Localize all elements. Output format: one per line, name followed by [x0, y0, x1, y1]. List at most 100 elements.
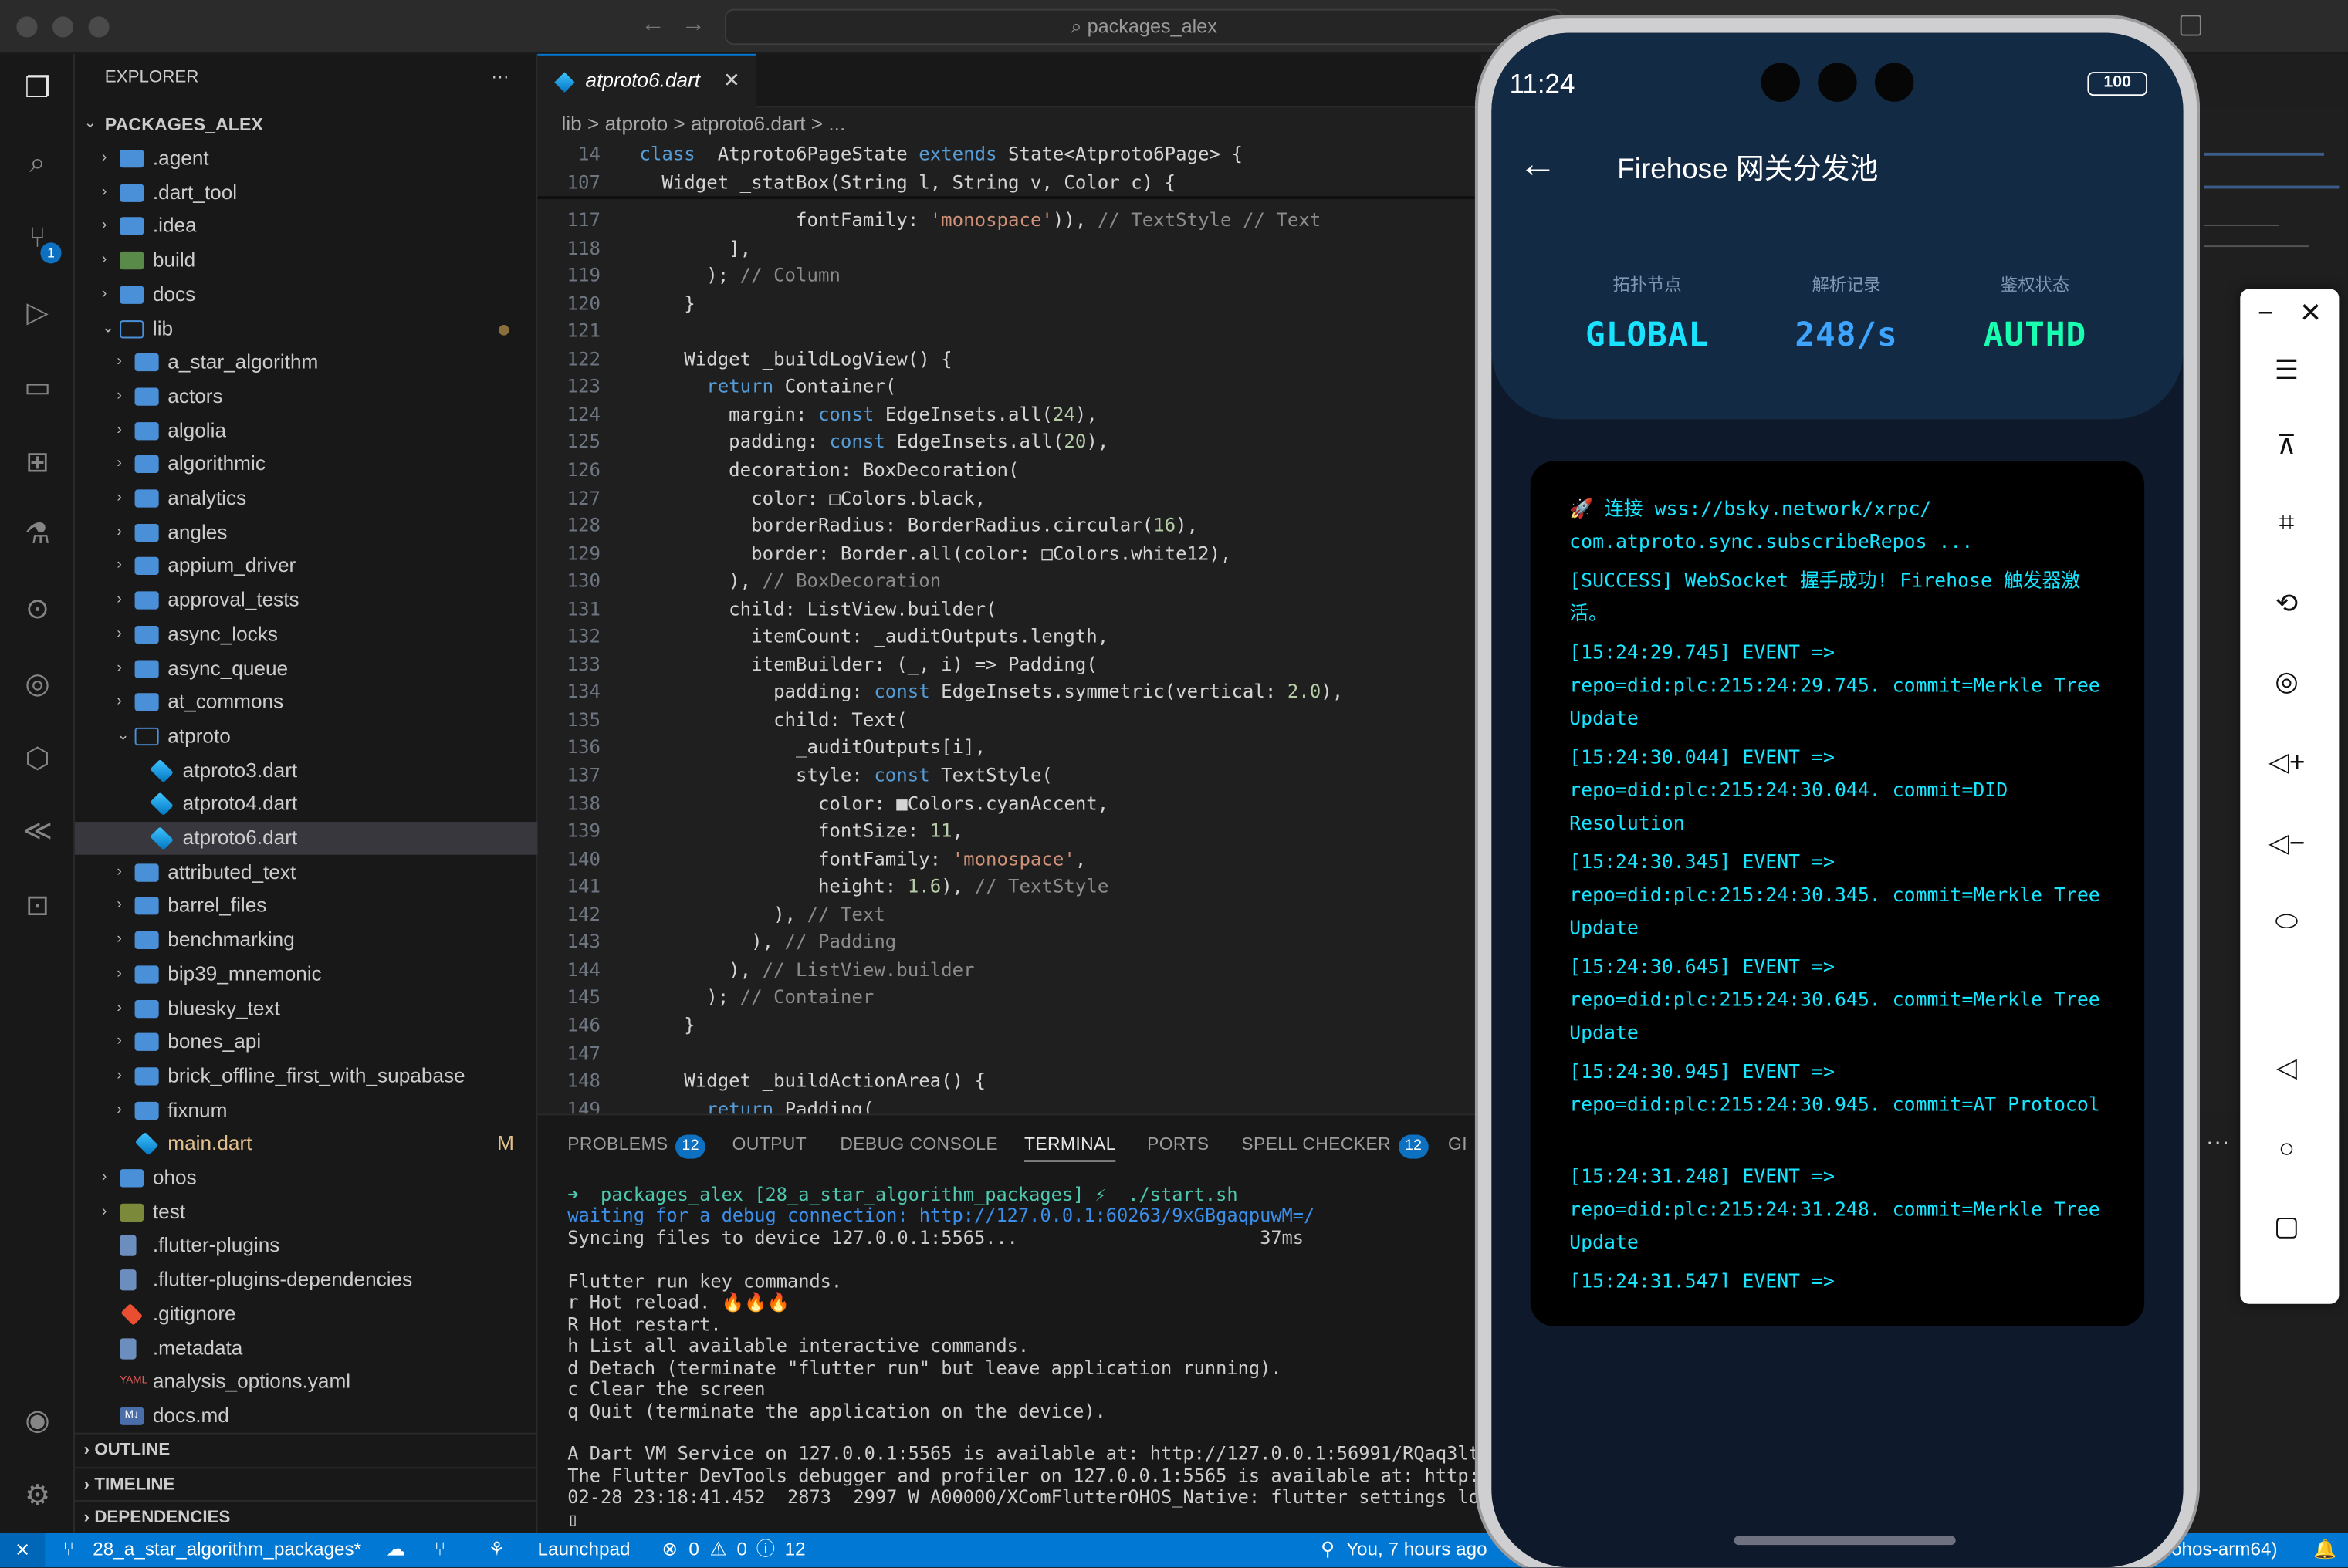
editor-tab-atproto6[interactable]: atproto6.dart ✕	[537, 53, 756, 108]
tree-item[interactable]: › test	[75, 1195, 537, 1228]
tree-item[interactable]: .flutter-plugins	[75, 1230, 537, 1263]
info-count[interactable]: 12	[785, 1533, 806, 1568]
tree-item[interactable]: atproto3.dart	[75, 754, 537, 787]
git-blame[interactable]: You, 7 hours ago	[1346, 1533, 1487, 1568]
tree-item[interactable]: › algolia	[75, 414, 537, 448]
tree-item[interactable]: › .dart_tool	[75, 176, 537, 209]
extensions-icon[interactable]: ⊞	[19, 446, 56, 482]
volume-down-icon[interactable]: ◁−	[2268, 825, 2305, 861]
panel-tab-output[interactable]: OUTPUT	[732, 1134, 807, 1154]
code-line[interactable]: 139 fontSize: 11,	[537, 817, 1480, 845]
outline-section[interactable]: › OUTLINE	[75, 1432, 538, 1466]
code-line[interactable]: 124 margin: const EdgeInsets.all(24),	[537, 401, 1480, 429]
tree-item[interactable]: › .agent	[75, 142, 537, 175]
tree-item[interactable]: › actors	[75, 380, 537, 414]
code-line[interactable]: 118 ],	[537, 235, 1480, 262]
branch-name[interactable]: 28_a_star_algorithm_packages*	[93, 1533, 361, 1568]
tree-item[interactable]: › build	[75, 244, 537, 277]
timeline-section[interactable]: › TIMELINE	[75, 1467, 538, 1500]
workspace-root[interactable]: ⌄ PACKAGES_ALEX	[75, 108, 537, 141]
tree-item[interactable]: › async_queue	[75, 652, 537, 685]
warnings-count[interactable]: 0	[737, 1533, 747, 1568]
code-line[interactable]: 133 itemBuilder: (_, i) => Padding(	[537, 651, 1480, 679]
code-line[interactable]: 144 ), // ListView.builder	[537, 956, 1480, 984]
close-tab-icon[interactable]: ✕	[723, 56, 740, 106]
tree-item[interactable]: main.dart M	[75, 1127, 537, 1161]
remote-explorer-icon[interactable]: ▭	[19, 371, 56, 407]
code-line[interactable]: 141 height: 1.6), // TextStyle	[537, 873, 1480, 901]
tree-item[interactable]: ⌄ atproto	[75, 720, 537, 753]
search-icon[interactable]: ⌕	[19, 147, 56, 183]
code-line[interactable]: 140 fontFamily: 'monospace',	[537, 845, 1480, 873]
tree-item[interactable]: atproto4.dart	[75, 788, 537, 821]
settings-gear-icon[interactable]: ⚙	[19, 1479, 56, 1516]
tree-item[interactable]: › analytics	[75, 482, 537, 515]
breadcrumb-atproto[interactable]: atproto	[605, 113, 668, 135]
code-line[interactable]: 119 ); // Column	[537, 262, 1480, 290]
code-line[interactable]: 126 decoration: BoxDecoration(	[537, 457, 1480, 485]
launchpad-label[interactable]: Launchpad	[537, 1533, 630, 1568]
containers-icon[interactable]: ⬡	[19, 742, 56, 779]
testing-icon[interactable]: ⚗	[19, 518, 56, 554]
volume-up-icon[interactable]: ◁+	[2268, 744, 2305, 780]
tree-item[interactable]: › ohos	[75, 1161, 537, 1195]
code-line[interactable]: 134 padding: const EdgeInsets.symmetric(…	[537, 679, 1480, 707]
notifications-icon[interactable]: 🔔	[2313, 1533, 2336, 1568]
screenshot-icon[interactable]: ◎	[2268, 663, 2305, 699]
panel-tab-terminal[interactable]: TERMINAL	[1023, 1134, 1116, 1162]
tree-item[interactable]: › angles	[75, 516, 537, 549]
run-debug-icon[interactable]: ▷	[19, 296, 56, 333]
panel-tab-problems[interactable]: PROBLEMS 12	[567, 1134, 706, 1159]
tree-item[interactable]: atproto6.dart	[75, 822, 538, 855]
menu-icon[interactable]: ☰	[2268, 352, 2305, 388]
tree-item[interactable]: › brick_offline_first_with_supabase	[75, 1059, 537, 1093]
panel-tab-ports[interactable]: PORTS	[1147, 1134, 1209, 1154]
tree-item[interactable]: › bones_api	[75, 1026, 537, 1059]
code-line[interactable]: 132 itemCount: _auditOutputs.length,	[537, 623, 1480, 651]
nav-back-icon[interactable]: ◁	[2268, 1049, 2305, 1086]
back-arrow-icon[interactable]: ←	[1518, 140, 1557, 187]
tree-item[interactable]: › benchmarking	[75, 924, 537, 957]
code-line[interactable]: 142 ), // Text	[537, 901, 1480, 928]
shake-icon[interactable]: ⬭	[2268, 903, 2305, 939]
panel-tab-debug-console[interactable]: DEBUG CONSOLE	[840, 1134, 998, 1154]
code-line[interactable]: 143 ), // Padding	[537, 928, 1480, 956]
tree-item[interactable]: › fixnum	[75, 1093, 537, 1127]
code-line[interactable]: 125 padding: const EdgeInsets.all(20),	[537, 429, 1480, 457]
code-line[interactable]: 138 color: ■Colors.cyanAccent,	[537, 789, 1480, 817]
remote-indicator-icon[interactable]: ⨯	[0, 1533, 46, 1568]
explorer-icon[interactable]: ❐	[19, 72, 56, 108]
panel-tab-spell-checker[interactable]: SPELL CHECKER 12	[1241, 1134, 1429, 1159]
minimize-icon[interactable]: −	[2248, 295, 2284, 331]
rotate-icon[interactable]: ⟲	[2268, 586, 2305, 622]
code-line[interactable]: 127 color: □Colors.black,	[537, 485, 1480, 512]
code-editor[interactable]: 117 fontFamily: 'monospace')), // TextSt…	[537, 140, 1481, 1114]
tree-item[interactable]: YAML analysis_options.yaml	[75, 1366, 537, 1399]
tree-item[interactable]: .flutter-plugins-dependencies	[75, 1264, 537, 1297]
sticky-scroll-line[interactable]: 14 class _Atproto6PageState extends State…	[537, 140, 1481, 169]
code-line[interactable]: 129 border: Border.all(color: □Colors.wh…	[537, 540, 1480, 568]
tree-item[interactable]: ⌄ lib	[75, 313, 537, 346]
crop-icon[interactable]: ⌗	[2268, 505, 2305, 541]
code-line[interactable]: 120 }	[537, 290, 1480, 318]
breadcrumb-lib[interactable]: lib	[562, 113, 582, 135]
tree-item[interactable]: › a_star_algorithm	[75, 346, 537, 380]
device-target[interactable]: ohos-arm64)	[2171, 1533, 2278, 1568]
log-view[interactable]: 🚀 连接 wss://bsky.network/xrpc/ com.atprot…	[1530, 461, 2145, 1326]
breadcrumb-more[interactable]: ...	[828, 113, 845, 135]
tree-item[interactable]: › attributed_text	[75, 856, 537, 889]
code-line[interactable]: 128 borderRadius: BorderRadius.circular(…	[537, 512, 1480, 540]
home-indicator[interactable]	[1734, 1536, 1956, 1546]
tree-item[interactable]: › bluesky_text	[75, 992, 537, 1025]
code-line[interactable]: 122 Widget _buildLogView() {	[537, 346, 1480, 373]
code-line[interactable]: 123 return Container(	[537, 373, 1480, 401]
minimize-window-button[interactable]	[52, 16, 74, 38]
tree-item[interactable]: M↓ docs.md	[75, 1400, 537, 1433]
explorer-more-button[interactable]: ···	[491, 66, 509, 86]
tree-item[interactable]: › algorithmic	[75, 448, 537, 482]
tree-item[interactable]: › .idea	[75, 210, 537, 243]
command-center-search[interactable]: ⌕ packages_alex	[724, 8, 1564, 46]
code-line[interactable]: 117 fontFamily: 'monospace')), // TextSt…	[537, 207, 1480, 235]
code-line[interactable]: 145 ); // Container	[537, 984, 1480, 1012]
close-icon[interactable]: ✕	[2292, 295, 2329, 331]
